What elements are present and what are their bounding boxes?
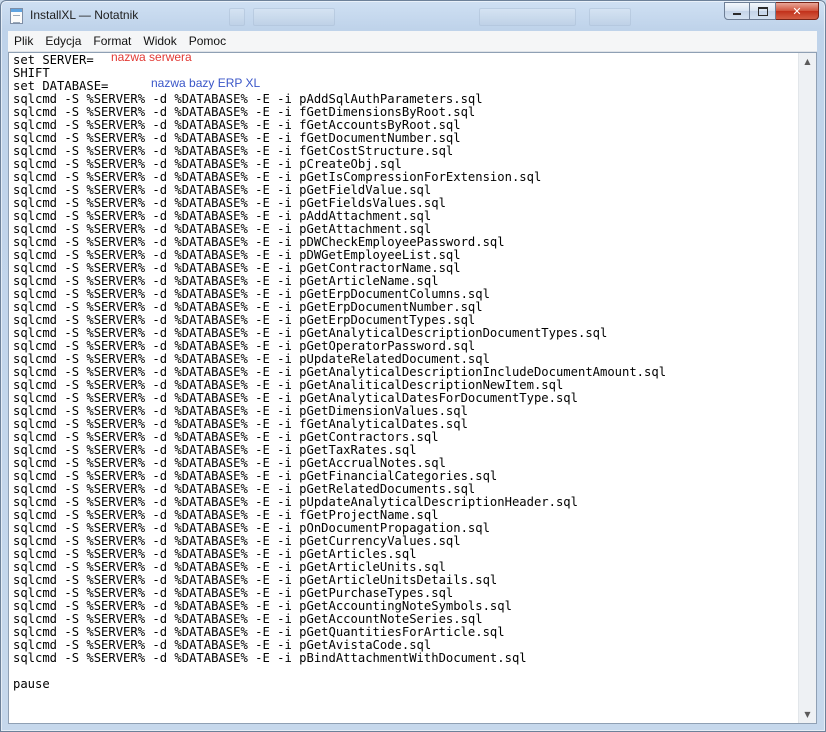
editor-line-text: sqlcmd -S %SERVER% -d %DATABASE% -E -i p…: [13, 469, 498, 483]
menu-edycja[interactable]: Edycja: [39, 31, 87, 51]
notepad-window: InstallXL — Notatnik ✕ Plik Edycja Forma…: [0, 0, 826, 732]
window-bottom-edge: [8, 724, 817, 731]
editor-line-text: sqlcmd -S %SERVER% -d %DATABASE% -E -i p…: [13, 222, 432, 236]
editor-line-text: sqlcmd -S %SERVER% -d %DATABASE% -E -i p…: [13, 196, 446, 210]
editor-line-text: sqlcmd -S %SERVER% -d %DATABASE% -E -i p…: [13, 443, 417, 457]
server-annotation: nazwa serwera: [111, 52, 192, 64]
text-editor[interactable]: set SERVER= nazwa serwera SHIFT set DATABAS…: [8, 52, 817, 724]
editor-line-text: sqlcmd -S %SERVER% -d %DATABASE% -E -i p…: [13, 326, 608, 340]
editor-line-text: sqlcmd -S %SERVER% -d %DATABASE% -E -i p…: [13, 339, 476, 353]
editor-line-text: sqlcmd -S %SERVER% -d %DATABASE% -E -i p…: [13, 495, 578, 509]
editor-line-text: sqlcmd -S %SERVER% -d %DATABASE% -E -i p…: [13, 248, 461, 262]
maximize-button[interactable]: [750, 2, 776, 20]
notepad-app-icon: [10, 8, 23, 24]
editor-line-text: sqlcmd -S %SERVER% -d %DATABASE% -E -i f…: [13, 118, 461, 132]
editor-line-text: sqlcmd -S %SERVER% -d %DATABASE% -E -i p…: [13, 625, 505, 639]
editor-line-text: sqlcmd -S %SERVER% -d %DATABASE% -E -i p…: [13, 560, 446, 574]
editor-line-text: sqlcmd -S %SERVER% -d %DATABASE% -E -i p…: [13, 287, 490, 301]
maximize-icon: [757, 6, 768, 16]
menu-bar: Plik Edycja Format Widok Pomoc: [8, 31, 817, 52]
editor-line-text: sqlcmd -S %SERVER% -d %DATABASE% -E -i p…: [13, 157, 402, 171]
database-annotation: nazwa bazy ERP XL: [151, 76, 261, 90]
editor-line-text: sqlcmd -S %SERVER% -d %DATABASE% -E -i p…: [13, 352, 490, 366]
chevron-down-icon: ▼: [804, 710, 811, 719]
editor-line-text: set SERVER=: [13, 53, 94, 67]
editor-line: pause: [13, 678, 798, 691]
editor-line-text: sqlcmd -S %SERVER% -d %DATABASE% -E -i p…: [13, 235, 505, 249]
editor-line-text: sqlcmd -S %SERVER% -d %DATABASE% -E -i p…: [13, 651, 527, 665]
editor-line-text: sqlcmd -S %SERVER% -d %DATABASE% -E -i p…: [13, 456, 446, 470]
menu-pomoc[interactable]: Pomoc: [183, 31, 232, 51]
editor-line-text: sqlcmd -S %SERVER% -d %DATABASE% -E -i p…: [13, 482, 476, 496]
editor-line-text: sqlcmd -S %SERVER% -d %DATABASE% -E -i f…: [13, 508, 439, 522]
editor-line-text: sqlcmd -S %SERVER% -d %DATABASE% -E -i p…: [13, 378, 564, 392]
editor-line-text: sqlcmd -S %SERVER% -d %DATABASE% -E -i f…: [13, 131, 461, 145]
editor-line-text: sqlcmd -S %SERVER% -d %DATABASE% -E -i p…: [13, 313, 476, 327]
editor-line-text: sqlcmd -S %SERVER% -d %DATABASE% -E -i p…: [13, 261, 461, 275]
close-button[interactable]: ✕: [776, 2, 819, 20]
editor-line-text: sqlcmd -S %SERVER% -d %DATABASE% -E -i p…: [13, 170, 542, 184]
editor-line-text: sqlcmd -S %SERVER% -d %DATABASE% -E -i p…: [13, 92, 483, 106]
editor-line-text: sqlcmd -S %SERVER% -d %DATABASE% -E -i p…: [13, 547, 417, 561]
editor-text[interactable]: set SERVER= nazwa serwera SHIFT set DATABAS…: [13, 52, 798, 723]
minimize-icon: [733, 12, 741, 15]
title-bar[interactable]: InstallXL — Notatnik ✕: [1, 1, 825, 31]
minimize-button[interactable]: [724, 2, 750, 20]
editor-line-text: sqlcmd -S %SERVER% -d %DATABASE% -E -i p…: [13, 612, 483, 626]
window-title: InstallXL — Notatnik: [30, 8, 139, 22]
menu-widok[interactable]: Widok: [137, 31, 182, 51]
scroll-down-button[interactable]: ▼: [799, 706, 816, 723]
editor-line-text: sqlcmd -S %SERVER% -d %DATABASE% -E -i f…: [13, 105, 476, 119]
editor-line-text: sqlcmd -S %SERVER% -d %DATABASE% -E -i p…: [13, 534, 461, 548]
vertical-scrollbar[interactable]: ▲ ▼: [798, 53, 816, 723]
editor-line-text: sqlcmd -S %SERVER% -d %DATABASE% -E -i p…: [13, 300, 483, 314]
editor-line-text: sqlcmd -S %SERVER% -d %DATABASE% -E -i p…: [13, 521, 490, 535]
background-taskbar-ghost: [229, 7, 649, 26]
editor-line-text: SHIFT: [13, 66, 50, 80]
editor-line: sqlcmd -S %SERVER% -d %DATABASE% -E -i p…: [13, 652, 798, 665]
editor-line-text: sqlcmd -S %SERVER% -d %DATABASE% -E -i f…: [13, 417, 468, 431]
chevron-up-icon: ▲: [804, 57, 811, 66]
editor-line: set SERVER= nazwa serwera: [13, 52, 798, 67]
editor-line-text: sqlcmd -S %SERVER% -d %DATABASE% -E -i p…: [13, 365, 667, 379]
scroll-up-button[interactable]: ▲: [799, 53, 816, 70]
menu-format[interactable]: Format: [87, 31, 137, 51]
menu-plik[interactable]: Plik: [8, 31, 39, 51]
editor-line-text: pause: [13, 677, 50, 691]
editor-line-text: sqlcmd -S %SERVER% -d %DATABASE% -E -i p…: [13, 573, 498, 587]
editor-line: SHIFT: [13, 67, 798, 80]
editor-line-text: sqlcmd -S %SERVER% -d %DATABASE% -E -i p…: [13, 430, 439, 444]
editor-line-text: sqlcmd -S %SERVER% -d %DATABASE% -E -i p…: [13, 274, 439, 288]
editor-line-text: sqlcmd -S %SERVER% -d %DATABASE% -E -i p…: [13, 209, 432, 223]
editor-line-text: sqlcmd -S %SERVER% -d %DATABASE% -E -i p…: [13, 391, 578, 405]
editor-line-text: sqlcmd -S %SERVER% -d %DATABASE% -E -i p…: [13, 586, 454, 600]
close-icon: ✕: [792, 4, 802, 18]
editor-line-text: sqlcmd -S %SERVER% -d %DATABASE% -E -i p…: [13, 183, 432, 197]
editor-line-text: set DATABASE=: [13, 79, 109, 93]
editor-line-text: sqlcmd -S %SERVER% -d %DATABASE% -E -i p…: [13, 599, 512, 613]
window-controls: ✕: [724, 2, 819, 22]
editor-line-text: sqlcmd -S %SERVER% -d %DATABASE% -E -i p…: [13, 404, 468, 418]
editor-line-text: sqlcmd -S %SERVER% -d %DATABASE% -E -i p…: [13, 638, 432, 652]
editor-line-text: sqlcmd -S %SERVER% -d %DATABASE% -E -i f…: [13, 144, 454, 158]
